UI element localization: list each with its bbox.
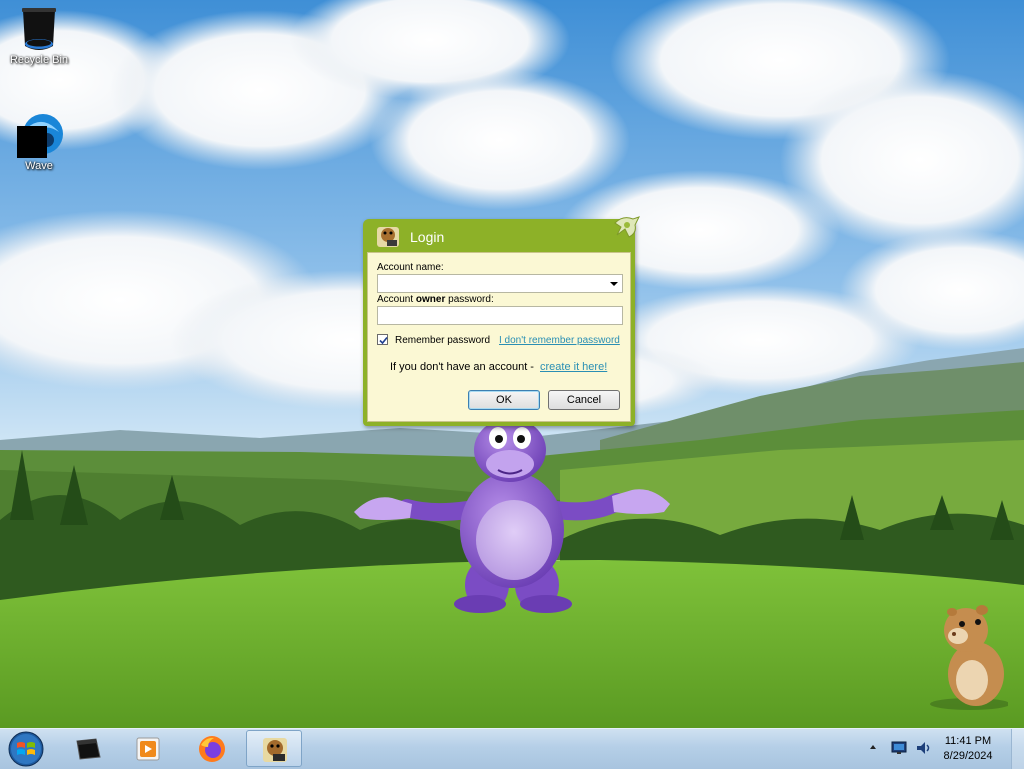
show-desktop-button[interactable] [1011,729,1024,769]
dialog-title: Login [410,229,445,245]
media-player-icon [134,735,162,763]
taskbar-bonzi-button[interactable] [246,730,302,767]
remember-password-label[interactable]: Remember password [395,335,490,346]
dialog-titlebar[interactable]: Login [363,216,640,253]
password-label-suffix: password: [445,294,494,305]
forgot-password-link[interactable]: I don't remember password [499,335,620,346]
terminal-icon [74,735,102,763]
taskbar-cmd-button[interactable] [60,730,116,767]
ok-button[interactable]: OK [468,390,540,410]
bonzi-app-icon [375,223,401,249]
taskbar-media-player-button[interactable] [120,730,176,767]
checkmark-icon [379,336,388,345]
windows-logo-icon [8,731,44,767]
wave-label: Wave [25,160,53,172]
recycle-bin-desktop-icon[interactable]: Recycle Bin [1,4,77,66]
account-name-combobox[interactable] [377,274,623,293]
no-account-text: If you don't have an account - [390,361,534,373]
password-field[interactable] [377,306,623,325]
login-dialog: Login Account name: Account owner passwo… [363,216,640,426]
clock-date: 8/29/2024 [943,750,993,762]
taskbar: 11:41 PM 8/29/2024 [0,728,1024,769]
create-account-link[interactable]: create it here! [540,361,607,373]
show-hidden-icons-button[interactable] [870,745,876,749]
password-label-prefix: Account [377,294,416,305]
recycle-bin-icon [15,4,63,52]
start-button[interactable] [6,730,46,768]
hamster-character[interactable] [918,600,1010,712]
cancel-button[interactable]: Cancel [548,390,620,410]
wave-browser-icon [15,110,63,158]
remember-password-checkbox[interactable] [377,334,388,345]
volume-icon[interactable] [915,740,933,756]
dialog-body: Account name: Account owner password: Re… [367,252,631,422]
clock-time: 11:41 PM [944,735,992,747]
recycle-bin-label: Recycle Bin [9,54,69,66]
bonzi-buddy-character[interactable] [352,418,672,620]
taskbar-firefox-button[interactable] [184,730,240,767]
bonzi-buddy-icon [261,736,289,764]
password-label-bold: owner [415,294,446,305]
system-clock[interactable]: 11:41 PM 8/29/2024 [938,734,998,764]
wave-desktop-icon[interactable]: Wave [1,110,77,172]
account-name-label: Account name: [377,262,444,273]
pin-icon[interactable] [611,213,641,241]
chevron-down-icon[interactable] [610,282,618,286]
firefox-icon [198,735,226,763]
password-label: Account owner password: [377,294,494,305]
network-icon[interactable] [890,741,908,755]
